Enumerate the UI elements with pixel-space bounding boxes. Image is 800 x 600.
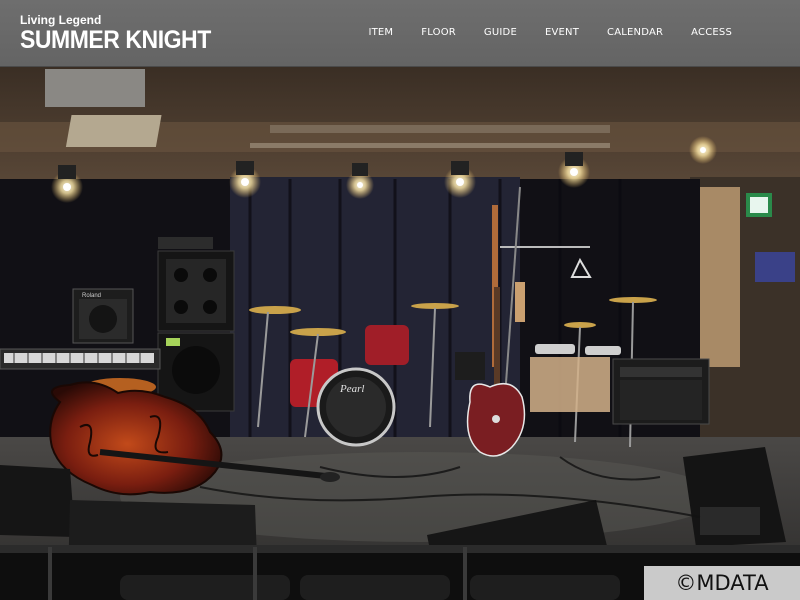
stage-photo: Roland Pearl ©MDATA <box>0 67 800 600</box>
nav-item-guide[interactable]: GUIDE <box>484 27 517 38</box>
nav-item-calendar[interactable]: CALENDAR <box>607 27 663 38</box>
nav-item-access[interactable]: ACCESS <box>691 27 732 38</box>
pearl-logo: Pearl <box>339 383 364 395</box>
roland-amp: Roland <box>72 288 134 344</box>
nav-item-item[interactable]: ITEM <box>368 27 393 38</box>
ceiling-duct <box>45 69 145 107</box>
nav-item-event[interactable]: EVENT <box>545 27 579 38</box>
stage-illustration: Roland Pearl <box>0 67 800 600</box>
site-header: Living Legend SUMMER KNIGHT ITEM FLOOR G… <box>0 0 800 67</box>
guitar-amp <box>612 358 710 425</box>
watermark: ©MDATA <box>644 566 800 600</box>
nav-item-floor[interactable]: FLOOR <box>421 27 456 38</box>
logo-title: SUMMER KNIGHT <box>20 26 211 54</box>
main-nav: ITEM FLOOR GUIDE EVENT CALENDAR ACCESS <box>340 27 732 38</box>
bass-amp-stack <box>157 237 235 412</box>
site-logo[interactable]: Living Legend SUMMER KNIGHT <box>20 14 227 54</box>
roland-label: Roland <box>82 293 101 299</box>
